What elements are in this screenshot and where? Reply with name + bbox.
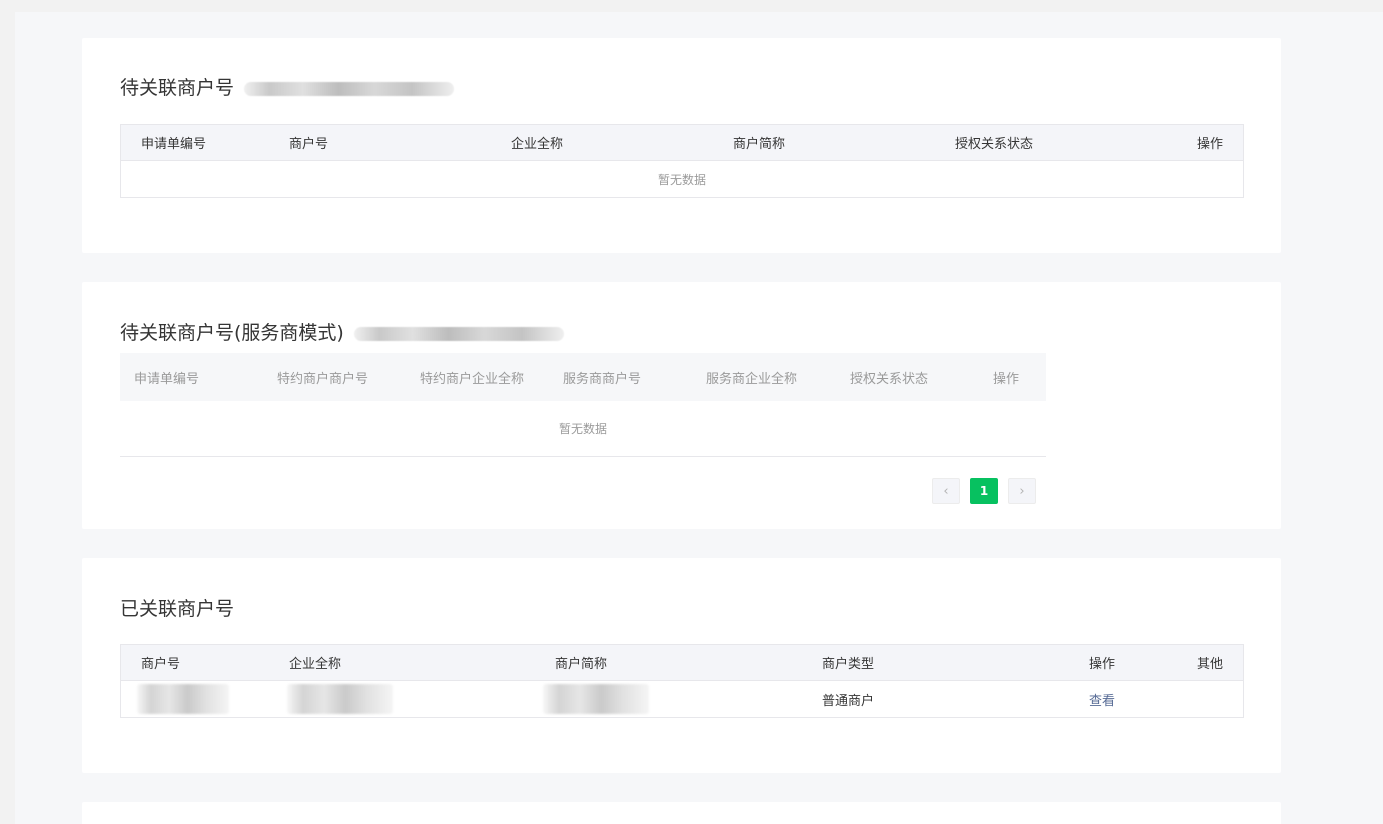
short-name-redacted xyxy=(543,681,649,717)
table-row: 普通商户 查看 xyxy=(121,681,1243,717)
col-merchant-id: 商户号 xyxy=(141,657,181,672)
col-merchant-short-name: 商户简称 xyxy=(733,137,786,152)
col-merchant-short-name: 商户简称 xyxy=(555,657,608,672)
service-merchant-card: 待关联商户号(服务商模式) 申请单编号 特约商户商户号 特约商户企业全称 服务商… xyxy=(82,282,1281,529)
view-link[interactable]: 查看 xyxy=(1089,681,1115,717)
pagination: ‹ 1 › xyxy=(932,478,1036,504)
chevron-right-icon: › xyxy=(1019,483,1025,499)
pending-merchant-table: 申请单编号 商户号 企业全称 商户简称 授权关系状态 操作 暂无数据 xyxy=(120,124,1244,198)
chevron-left-icon: ‹ xyxy=(943,483,949,499)
col-sub-merchant-company: 特约商户企业全称 xyxy=(420,371,525,387)
col-provider-merchant-id: 服务商商户号 xyxy=(563,371,642,387)
col-provider-company: 服务商企业全称 xyxy=(706,371,798,387)
col-action: 操作 xyxy=(1089,657,1116,672)
prev-page-button[interactable]: ‹ xyxy=(932,478,960,504)
col-application-id: 申请单编号 xyxy=(134,371,200,387)
linked-merchant-title: 已关联商户号 xyxy=(120,598,235,620)
pending-merchant-card: 待关联商户号 申请单编号 商户号 企业全称 商户简称 授权关系状态 操作 暂无数… xyxy=(82,38,1281,253)
page-1-button[interactable]: 1 xyxy=(970,478,998,504)
col-auth-status: 授权关系状态 xyxy=(955,137,1034,152)
linked-merchant-table: 商户号 企业全称 商户简称 商户类型 操作 其他 普通商户 查看 xyxy=(120,644,1244,718)
col-company-name: 企业全称 xyxy=(511,137,564,152)
additional-card xyxy=(82,802,1281,824)
next-page-button[interactable]: › xyxy=(1008,478,1036,504)
col-action: 操作 xyxy=(993,371,1020,387)
empty-text: 暂无数据 xyxy=(657,172,706,187)
empty-text: 暂无数据 xyxy=(558,422,607,436)
empty-row: 暂无数据 xyxy=(120,401,1046,457)
col-merchant-type: 商户类型 xyxy=(822,657,875,672)
redacted-account-id xyxy=(353,326,564,341)
linked-merchant-card: 已关联商户号 商户号 企业全称 商户简称 商户类型 操作 其他 普通商户 查看 xyxy=(82,558,1281,773)
table-header: 申请单编号 商户号 企业全称 商户简称 授权关系状态 操作 xyxy=(121,125,1243,161)
redacted-account-id xyxy=(244,81,455,96)
col-application-id: 申请单编号 xyxy=(141,137,207,152)
col-merchant-id: 商户号 xyxy=(289,137,329,152)
service-merchant-heading: 待关联商户号(服务商模式) xyxy=(120,318,564,345)
service-merchant-table: 申请单编号 特约商户商户号 特约商户企业全称 服务商商户号 服务商企业全称 授权… xyxy=(120,353,1046,457)
col-company-name: 企业全称 xyxy=(289,657,342,672)
col-auth-status: 授权关系状态 xyxy=(850,371,929,387)
table-header: 商户号 企业全称 商户简称 商户类型 操作 其他 xyxy=(121,645,1243,681)
empty-row: 暂无数据 xyxy=(121,161,1243,197)
company-name-redacted xyxy=(287,681,393,717)
merchant-type-value: 普通商户 xyxy=(822,693,875,709)
table-header: 申请单编号 特约商户商户号 特约商户企业全称 服务商商户号 服务商企业全称 授权… xyxy=(120,353,1046,401)
col-action: 操作 xyxy=(1196,137,1223,152)
col-sub-merchant-id: 特约商户商户号 xyxy=(277,371,369,387)
merchant-id-redacted xyxy=(137,681,229,717)
col-other: 其他 xyxy=(1196,657,1223,672)
service-merchant-title: 待关联商户号(服务商模式) xyxy=(120,322,344,344)
pending-merchant-heading: 待关联商户号 xyxy=(120,73,455,100)
pending-merchant-title: 待关联商户号 xyxy=(120,77,235,99)
